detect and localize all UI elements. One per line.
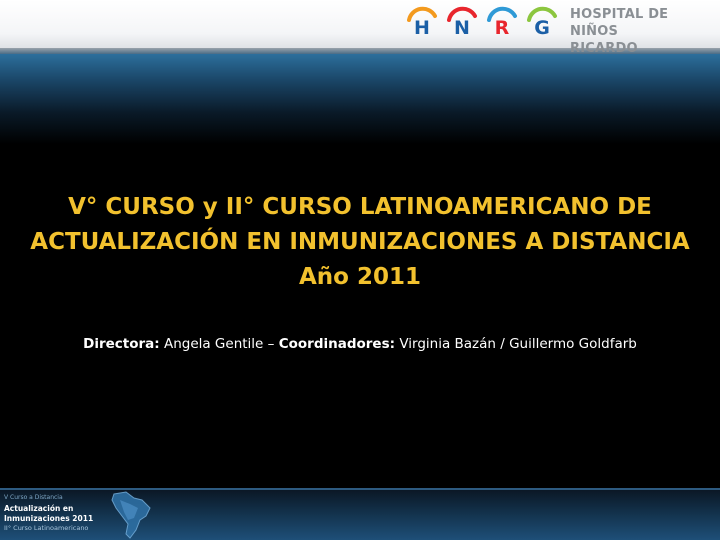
coordinators-names: Virginia Bazán / Guillermo Goldfarb [399,336,637,352]
logo-letter-n: N [444,4,480,44]
hnrg-logo: H N R G [400,4,560,44]
top-glow-band [0,54,720,144]
slide-title: V° CURSO y II° CURSO LATINOAMERICANO DE … [20,190,700,295]
hospital-name-line1: HOSPITAL DE NIÑOS [570,7,669,39]
title-line-3: Año 2011 [299,264,421,290]
director-label: Directora: [83,336,160,352]
credits-line: Directora: Angela Gentile – Coordinadore… [20,336,700,352]
credits-separator: – [267,336,275,352]
logo-letter-g: G [524,4,560,44]
director-name: Angela Gentile [163,336,264,352]
title-line-2: ACTUALIZACIÓN EN INMUNIZACIONES A DISTAN… [30,229,690,255]
slide: H N R G HOSPITAL DE NIÑOS RICARDO GUTIÉR… [0,0,720,540]
logo-letter-r: R [484,4,520,44]
coordinators-label: Coordinadores: [278,336,396,352]
logo-letter-g-text: G [534,17,550,39]
logo-letter-h-text: H [414,17,430,39]
logo-letter-n-text: N [454,17,470,39]
latin-america-map-icon [111,491,151,539]
logo-letter-h: H [404,4,440,44]
title-line-1: V° CURSO y II° CURSO LATINOAMERICANO DE [68,194,652,220]
logo-letter-r-text: R [494,17,510,39]
